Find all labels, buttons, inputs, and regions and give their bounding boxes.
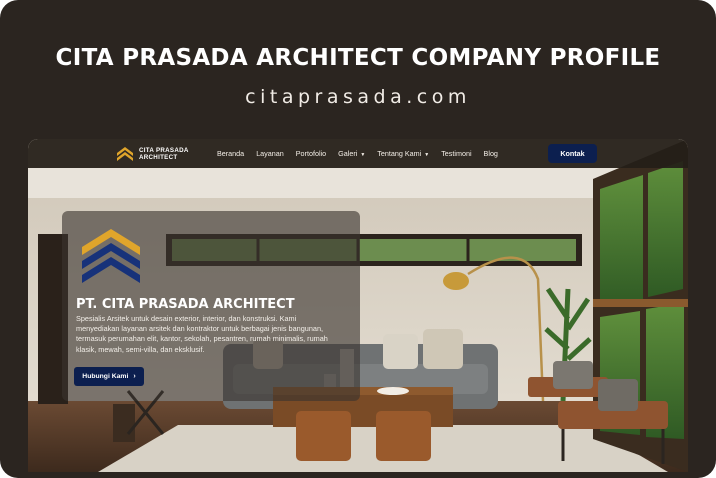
- chevron-right-icon: ›: [133, 373, 136, 380]
- nav-item-tentang-kami[interactable]: Tentang Kami ▼: [377, 149, 429, 158]
- nav-item-portofolio[interactable]: Portofolio: [296, 149, 326, 158]
- nav-item-beranda[interactable]: Beranda: [217, 149, 244, 158]
- nav-item-layanan[interactable]: Layanan: [256, 149, 284, 158]
- nav-item-testimoni[interactable]: Testimoni: [441, 149, 471, 158]
- site-brand[interactable]: CITA PRASADA ARCHITECT: [116, 146, 189, 161]
- hero-title: PT. CITA PRASADA ARCHITECT: [76, 297, 295, 312]
- hubungi-kami-button[interactable]: Hubungi Kami ›: [74, 367, 144, 386]
- brand-name: CITA PRASADA: [139, 146, 189, 154]
- nav-item-blog[interactable]: Blog: [484, 149, 498, 158]
- website-screenshot: CITA PRASADA ARCHITECT Beranda Layanan P…: [28, 139, 688, 472]
- hero-description: Spesialis Arsitek untuk desain exterior,…: [76, 314, 328, 354]
- promo-card: CITA PRASADA ARCHITECT COMPANY PROFILE c…: [0, 0, 716, 478]
- contact-button[interactable]: Kontak: [548, 144, 597, 163]
- brand-subtitle: ARCHITECT: [139, 153, 178, 161]
- chevron-stack-logo-icon: [82, 229, 140, 283]
- site-navbar: CITA PRASADA ARCHITECT Beranda Layanan P…: [28, 139, 688, 168]
- nav-item-galeri[interactable]: Galeri ▼: [338, 149, 365, 158]
- hubungi-kami-label: Hubungi Kami: [82, 373, 129, 380]
- chevron-down-icon: ▼: [360, 152, 366, 158]
- promo-domain: citaprasada.com: [245, 86, 471, 108]
- nav-menu: Beranda Layanan Portofolio Galeri ▼ Tenta…: [217, 149, 498, 158]
- chevron-stack-logo-icon: [117, 147, 133, 161]
- chevron-down-icon: ▼: [424, 152, 430, 158]
- promo-headline: CITA PRASADA ARCHITECT COMPANY PROFILE: [55, 45, 661, 71]
